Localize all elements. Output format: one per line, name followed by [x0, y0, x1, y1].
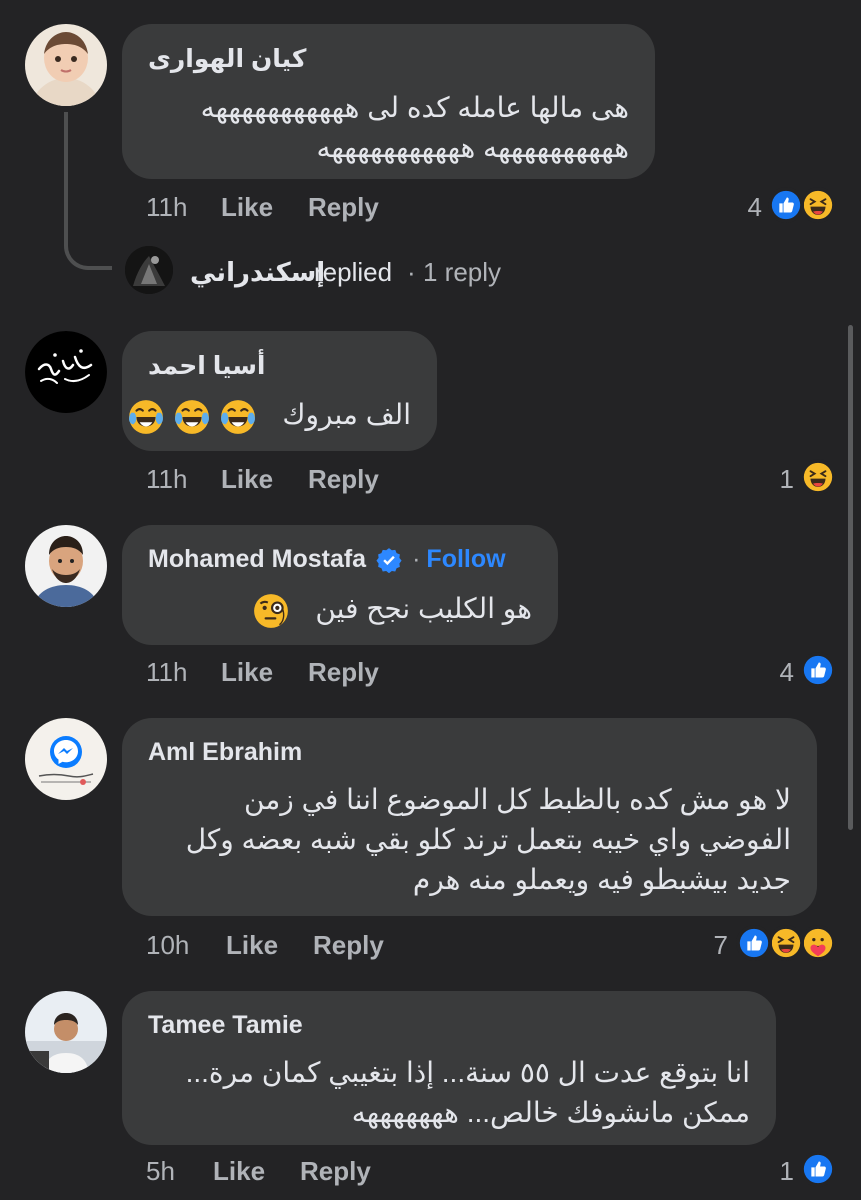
like-button[interactable]: Like: [213, 1156, 265, 1187]
separator-dot: ·: [412, 545, 421, 573]
comment-time[interactable]: 11h: [146, 192, 187, 223]
comment-time[interactable]: 11h: [146, 464, 187, 495]
like-button[interactable]: Like: [221, 192, 273, 223]
like-icon: [768, 187, 804, 223]
like-button[interactable]: Like: [221, 464, 273, 495]
commenter-name[interactable]: Mohamed Mostafa: [148, 545, 366, 574]
reply-button[interactable]: Reply: [313, 930, 384, 961]
comment-text-line: الفوضي واي خيبه بتعمل ترند كلو بقي شبه ب…: [185, 824, 791, 855]
comment-text-line: انا بتوقع عدت ال ٥٥ سنة... إذا بتغيبي كم…: [185, 1057, 750, 1088]
comment-text-row: الف مبروك: [127, 395, 411, 436]
separator-dot: ·: [407, 257, 416, 287]
tears-of-joy-emoji: [173, 398, 211, 436]
avatar: [125, 246, 173, 294]
comment-bubble: كيان الهوارى هى مالها عامله كده لى ههههه…: [122, 24, 655, 179]
follow-button[interactable]: Follow: [426, 545, 505, 574]
care-icon: [800, 925, 836, 961]
scrollbar[interactable]: [848, 325, 853, 830]
like-button[interactable]: Like: [221, 657, 273, 688]
commenter-name[interactable]: أسيا احمد: [148, 351, 265, 381]
comment-time[interactable]: 11h: [146, 657, 187, 688]
like-icon: [800, 652, 836, 688]
comment-time[interactable]: 5h: [146, 1156, 175, 1187]
reply-button[interactable]: Reply: [308, 657, 379, 688]
commenter-header: Mohamed Mostafa · Follow: [148, 545, 506, 574]
comment-text-line: ممكن مانشوفك خالص... هههههههه: [351, 1097, 750, 1128]
replier-name: إسكندراني: [190, 257, 326, 287]
comment-text: الف مبروك: [282, 399, 411, 430]
comment-text-row: هو الكليب نجح فين: [252, 589, 532, 630]
haha-icon: [800, 459, 836, 495]
thread-connector-line: [64, 112, 112, 270]
replied-label: replied: [314, 257, 393, 287]
reply-button[interactable]: Reply: [300, 1156, 371, 1187]
commenter-name[interactable]: Tamee Tamie: [148, 1011, 303, 1040]
reaction-count[interactable]: 4: [764, 657, 794, 688]
reaction-count[interactable]: 1: [764, 1156, 794, 1187]
comment-time[interactable]: 10h: [146, 930, 189, 961]
like-button[interactable]: Like: [226, 930, 278, 961]
haha-icon: [768, 925, 804, 961]
tears-of-joy-emoji: [127, 398, 165, 436]
commenter-name[interactable]: Aml Ebrahim: [148, 738, 302, 767]
comment-text-line: جديد بيشبطو فيه ويعملو منه هرم: [412, 864, 791, 895]
like-icon: [736, 925, 772, 961]
reaction-count[interactable]: 7: [698, 930, 728, 961]
haha-icon: [800, 187, 836, 223]
avatar[interactable]: [25, 718, 107, 800]
avatar[interactable]: [25, 991, 107, 1073]
avatar[interactable]: [25, 525, 107, 607]
commenter-name[interactable]: كيان الهوارى: [148, 44, 306, 74]
avatar[interactable]: [25, 331, 107, 413]
comment-bubble: أسيا احمد الف مبروك: [122, 331, 437, 451]
comment-text-line: هى مالها عامله كده لى هههههههههههه: [200, 92, 629, 123]
reply-button[interactable]: Reply: [308, 192, 379, 223]
like-icon: [800, 1151, 836, 1187]
reaction-count[interactable]: 4: [732, 192, 762, 223]
comment-text-line: لا هو مش كده بالظبط كل الموضوع اننا في ز…: [243, 784, 791, 815]
comment-text-line: ههههههههههه هههههههههههه: [316, 132, 629, 163]
verified-badge-icon: [376, 547, 402, 573]
monocle-face-emoji: [252, 592, 290, 630]
tears-of-joy-emoji: [219, 398, 257, 436]
comment-bubble: Tamee Tamie انا بتوقع عدت ال ٥٥ سنة... إ…: [122, 991, 776, 1145]
comment-bubble: Aml Ebrahim لا هو مش كده بالظبط كل الموض…: [122, 718, 817, 916]
comment-text: هو الكليب نجح فين: [315, 593, 532, 624]
reaction-count[interactable]: 1: [764, 464, 794, 495]
reply-button[interactable]: Reply: [308, 464, 379, 495]
reply-count: 1 reply: [423, 257, 502, 287]
avatar[interactable]: [25, 24, 107, 106]
comment-bubble: Mohamed Mostafa · Follow هو الكليب نجح ف…: [122, 525, 558, 645]
